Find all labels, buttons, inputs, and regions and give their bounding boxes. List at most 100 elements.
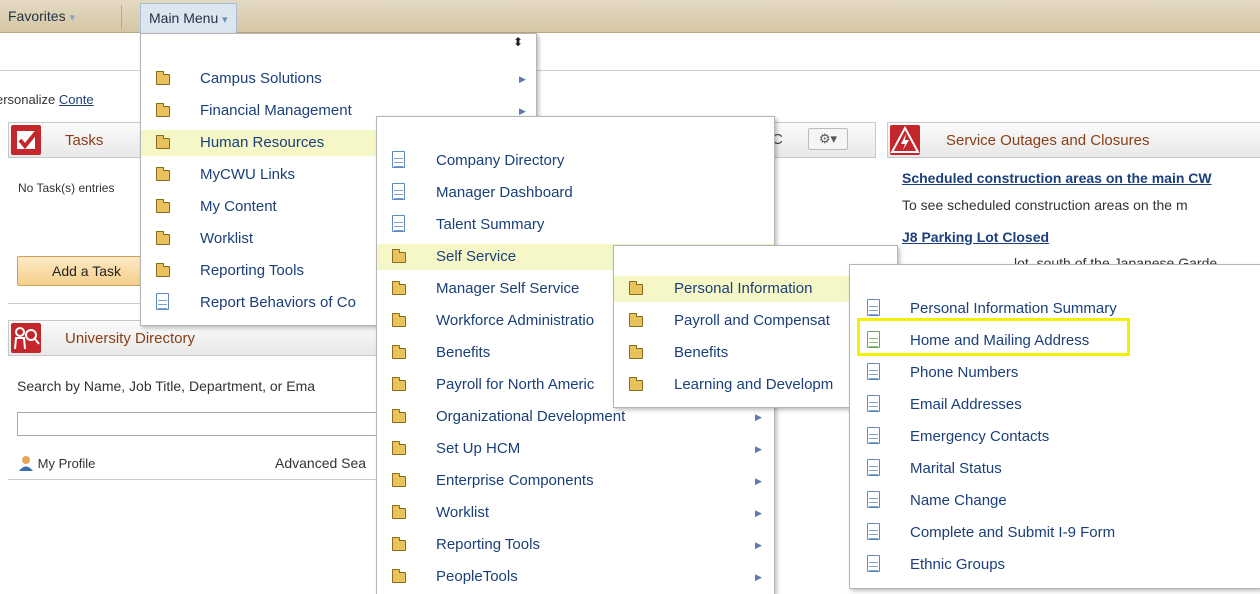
document-icon: [867, 555, 880, 572]
document-icon: [156, 293, 169, 310]
menu-item-ethnic-groups[interactable]: Ethnic Groups: [850, 552, 1260, 578]
folder-icon: [392, 249, 406, 263]
menu-item-label: Learning and Developm: [674, 376, 834, 393]
menu-item-home-and-mailing-address[interactable]: Home and Mailing Address: [850, 328, 1260, 354]
menu-item-label: Personal Information Summary: [910, 300, 1117, 317]
folder-icon: [392, 345, 406, 359]
menu-item-label: Benefits: [436, 344, 491, 361]
tasks-pagelet-header: Tasks: [8, 122, 142, 158]
menu-item-emergency-contacts[interactable]: Emergency Contacts: [850, 424, 1260, 450]
menu-item-marital-status[interactable]: Marital Status: [850, 456, 1260, 482]
menu-item-label: My Content: [200, 198, 277, 215]
advanced-search-link[interactable]: Advanced Sea: [275, 455, 366, 471]
document-icon: [867, 459, 880, 476]
folder-icon: [629, 345, 643, 359]
menu-item-manager-dashboard[interactable]: Manager Dashboard: [377, 180, 774, 206]
menu-item-label: Manager Dashboard: [436, 184, 573, 201]
menu-item-label: Talent Summary: [436, 216, 545, 233]
menu-item-reporting-tools[interactable]: Reporting Tools ▶: [377, 532, 774, 558]
menu-item-label: Workforce Administratio: [436, 312, 595, 329]
tasks-title: Tasks: [65, 132, 104, 149]
chevron-right-icon: ▶: [519, 74, 526, 84]
folder-icon: [392, 281, 406, 295]
favorites-label: Favorites: [8, 8, 66, 24]
menu-item-label: Worklist: [200, 230, 254, 247]
document-icon: [867, 491, 880, 508]
menu-item-label: Payroll and Compensat: [674, 312, 830, 329]
menu-item-company-directory[interactable]: Company Directory: [377, 148, 774, 174]
chevron-right-icon: ▶: [755, 572, 762, 582]
directory-search-label: Search by Name, Job Title, Department, o…: [17, 378, 316, 394]
menu-item-label: Benefits: [674, 344, 729, 361]
menu-item-label: Financial Management: [200, 102, 352, 119]
menu-item-label: Ethnic Groups: [910, 556, 1006, 573]
checkmark-icon: [11, 125, 41, 155]
divider: [8, 479, 378, 480]
folder-icon: [156, 167, 170, 181]
folder-icon: [156, 71, 170, 85]
menu-item-personal-information-summary[interactable]: Personal Information Summary: [850, 296, 1260, 322]
folder-icon: [156, 135, 170, 149]
favorites-menu[interactable]: Favorites ▾: [0, 0, 83, 33]
my-profile-link[interactable]: My Profile: [18, 455, 95, 471]
top-navigation-bar: Favorites ▾ Main Menu ▾: [0, 0, 1260, 33]
menu-item-label: Campus Solutions: [200, 70, 322, 87]
menu-item-label: Complete and Submit I-9 Form: [910, 524, 1116, 541]
add-task-button[interactable]: Add a Task: [17, 256, 142, 286]
menu-item-email-addresses[interactable]: Email Addresses: [850, 392, 1260, 418]
document-icon: [392, 183, 405, 200]
chevron-right-icon: ▶: [755, 476, 762, 486]
menu-item-label: Reporting Tools: [436, 536, 540, 553]
document-icon: [867, 523, 880, 540]
menu-item-enterprise-components[interactable]: Enterprise Components ▶: [377, 468, 774, 494]
construction-areas-text: To see scheduled construction areas on t…: [902, 197, 1188, 213]
menu-item-label: Human Resources: [200, 134, 325, 151]
folder-icon: [629, 281, 643, 295]
menu-item-worklist[interactable]: Worklist ▶: [377, 500, 774, 526]
document-icon: [867, 395, 880, 412]
chevron-down-icon: ▾: [222, 14, 228, 26]
menu-item-set-up-hcm[interactable]: Set Up HCM ▶: [377, 436, 774, 462]
menu-item-complete-and-submit-i-9-form[interactable]: Complete and Submit I-9 Form: [850, 520, 1260, 546]
folder-icon: [392, 569, 406, 583]
menu-item-label: MyCWU Links: [200, 166, 296, 183]
menu-item-label: Report Behaviors of Co: [200, 294, 356, 311]
menu-item-label: Worklist: [436, 504, 490, 521]
menu-item-label: Email Addresses: [910, 396, 1022, 413]
parking-lot-closed-link[interactable]: J8 Parking Lot Closed: [902, 229, 1049, 245]
people-search-icon: [11, 323, 41, 353]
menu-item-label: Name Change: [910, 492, 1007, 509]
menu-item-label: Payroll for North Americ: [436, 376, 595, 393]
menu-item-peopletools[interactable]: PeopleTools ▶: [377, 564, 774, 590]
menu-item-label: Home and Mailing Address: [910, 332, 1090, 349]
menu-separator: [121, 5, 122, 29]
document-icon: [867, 331, 880, 348]
folder-icon: [392, 377, 406, 391]
folder-icon: [392, 313, 406, 327]
construction-areas-link[interactable]: Scheduled construction areas on the main…: [902, 170, 1212, 186]
service-outages-header: Service Outages and Closures: [887, 122, 1260, 158]
service-outages-title: Service Outages and Closures: [946, 132, 1150, 149]
menu-item-label: Manager Self Service: [436, 280, 580, 297]
gear-icon[interactable]: ⚙▾: [808, 128, 848, 150]
directory-search-input[interactable]: [17, 412, 379, 436]
sort-arrows-icon[interactable]: ⬍: [513, 35, 523, 49]
menu-item-label: Emergency Contacts: [910, 428, 1050, 445]
personal-information-submenu: Personal Information Summary Home and Mai…: [849, 264, 1260, 589]
menu-item-talent-summary[interactable]: Talent Summary: [377, 212, 774, 238]
menu-item-label: Organizational Development: [436, 408, 626, 425]
document-icon: [392, 151, 405, 168]
document-icon: [392, 215, 405, 232]
main-menu[interactable]: Main Menu ▾: [140, 3, 237, 33]
chevron-right-icon: ▶: [755, 540, 762, 550]
menu-item-name-change[interactable]: Name Change: [850, 488, 1260, 514]
menu-item-campus-solutions[interactable]: Campus Solutions ▶: [141, 66, 536, 92]
main-menu-label: Main Menu: [149, 10, 219, 26]
folder-icon: [392, 537, 406, 551]
chevron-right-icon: ▶: [755, 412, 762, 422]
menu-item-phone-numbers[interactable]: Phone Numbers: [850, 360, 1260, 386]
personalize-content-link[interactable]: Conte: [59, 92, 94, 107]
menu-item-label: Set Up HCM: [436, 440, 521, 457]
person-icon: [19, 456, 33, 471]
menu-item-label: Company Directory: [436, 152, 565, 169]
